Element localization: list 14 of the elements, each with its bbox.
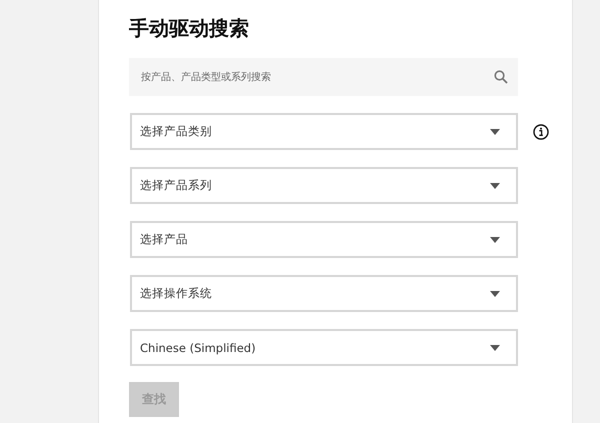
dropdown-select[interactable]: 选择产品 — [130, 221, 518, 258]
caret-icon — [490, 128, 500, 134]
search-field[interactable]: 按产品、产品类型或系列搜索 — [129, 58, 518, 96]
caret-icon — [490, 344, 500, 350]
search-icon — [494, 70, 508, 84]
page-title: 手动驱动搜索 — [129, 15, 249, 42]
dropdown-select[interactable]: 选择产品类别 — [130, 113, 518, 150]
dropdown-select[interactable]: 选择产品系列 — [130, 167, 518, 204]
caret-icon — [490, 182, 500, 188]
dropdown-select[interactable]: 选择操作系统 — [130, 275, 518, 312]
caret-icon — [490, 236, 500, 242]
dropdown-select[interactable]: Chinese (Simplified) — [130, 329, 518, 366]
info-icon[interactable] — [533, 124, 549, 140]
caret-icon — [490, 290, 500, 296]
